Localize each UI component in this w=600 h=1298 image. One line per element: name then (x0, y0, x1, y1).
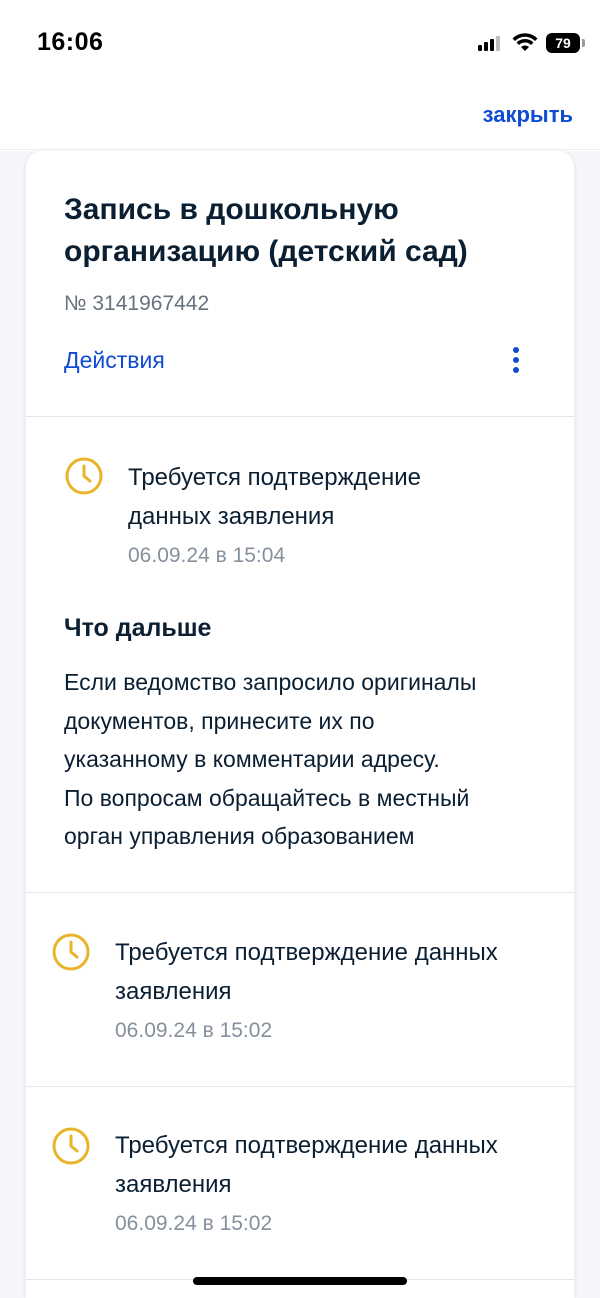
next-steps-text: Если ведомство запросило оригиналы докум… (64, 663, 544, 856)
history-text-line2: заявления (115, 978, 232, 1005)
history-date: 06.09.24 в 15:02 (115, 1212, 273, 1235)
next-steps-line: документов, принесите их по (64, 707, 375, 734)
next-steps-title: Что дальше (64, 614, 212, 642)
next-steps-line: Если ведомство запросило оригиналы (64, 669, 477, 695)
actions-link[interactable]: Действия (64, 347, 165, 374)
status-time: 16:06 (37, 28, 104, 56)
next-steps-line: орган управления образованием (64, 823, 415, 849)
next-steps-line: указанному в комментарии адресу. (64, 746, 440, 772)
history-text-line1: Требуется подтверждение данных (115, 1132, 498, 1159)
application-number: № 3141967442 (64, 292, 210, 315)
application-card: Запись в дошкольную организацию (детский… (26, 151, 574, 1298)
application-title: Запись в дошкольную организацию (детский… (64, 193, 468, 268)
top-bar: закрыть (0, 88, 600, 150)
battery-icon: 79 (546, 33, 585, 53)
clock-icon (52, 1127, 90, 1165)
status-bar: 16:06 79 (0, 0, 600, 88)
home-indicator[interactable] (193, 1277, 407, 1285)
status-text-line2: данных заявления (128, 503, 335, 530)
clock-icon (65, 457, 103, 495)
status-date: 06.09.24 в 15:04 (128, 544, 286, 567)
status-icons: 79 (478, 31, 585, 55)
more-options-icon[interactable] (504, 343, 528, 377)
divider (26, 892, 574, 893)
close-button[interactable]: закрыть (483, 102, 573, 128)
cellular-signal-icon (478, 36, 500, 51)
history-text-line1: Требуется подтверждение данных (115, 939, 498, 966)
wifi-icon (512, 33, 538, 51)
divider (26, 1086, 574, 1087)
history-text-line2: заявления (115, 1171, 232, 1198)
next-steps-line: По вопросам обращайтесь в местный (64, 784, 470, 811)
clock-icon (52, 933, 90, 971)
history-date: 06.09.24 в 15:02 (115, 1019, 273, 1042)
battery-level: 79 (555, 35, 571, 51)
status-text-line1: Требуется подтверждение (128, 464, 422, 491)
application-header: Запись в дошкольную организацию (детский… (26, 151, 574, 417)
